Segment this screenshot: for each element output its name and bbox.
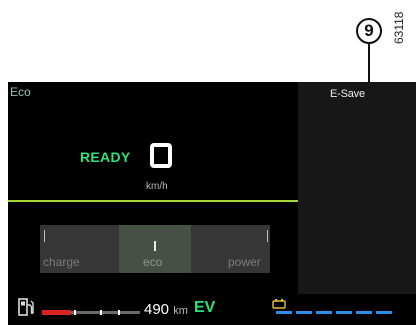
battery-segment (296, 311, 312, 314)
battery-segment (316, 311, 332, 314)
ready-status: READY (80, 149, 131, 165)
battery-segment (356, 311, 372, 314)
callout-number: 9 (356, 18, 382, 44)
gauge-label-charge: charge (43, 255, 80, 269)
gauge-tick-left (44, 230, 45, 242)
esave-label[interactable]: E-Save (330, 88, 365, 100)
battery-segment (376, 311, 392, 314)
battery-segment (276, 311, 292, 314)
battery-gauge (276, 311, 396, 314)
fuel-level-fill (42, 310, 72, 315)
ev-mode-badge: EV (194, 299, 216, 316)
status-bar: 490 km EV (8, 294, 416, 325)
range-unit: km (173, 305, 188, 317)
fuel-pump-icon (18, 298, 34, 316)
power-flow-gauge: charge eco power (40, 225, 270, 273)
right-panel (298, 82, 416, 294)
callout-line (368, 44, 370, 87)
fuel-tick (118, 310, 120, 315)
gauge-label-power: power (228, 255, 261, 269)
speed-display (150, 143, 172, 168)
instrument-cluster: Eco E-Save READY km/h charge eco power 4… (8, 82, 416, 325)
gauge-tick-eco (154, 241, 156, 251)
range-readout: 490 km (144, 301, 188, 318)
fuel-tick (100, 310, 102, 315)
accent-divider (8, 200, 298, 202)
speed-unit: km/h (146, 181, 168, 192)
mode-title: Eco (10, 85, 31, 99)
gauge-label-eco: eco (143, 255, 163, 269)
battery-plug-icon (272, 299, 286, 309)
fuel-gauge (42, 310, 140, 315)
figure-code: 63118 (392, 11, 406, 44)
range-value: 490 (144, 301, 170, 318)
battery-segment (336, 311, 352, 314)
fuel-tick (74, 310, 76, 315)
gauge-tick-right (267, 230, 268, 242)
